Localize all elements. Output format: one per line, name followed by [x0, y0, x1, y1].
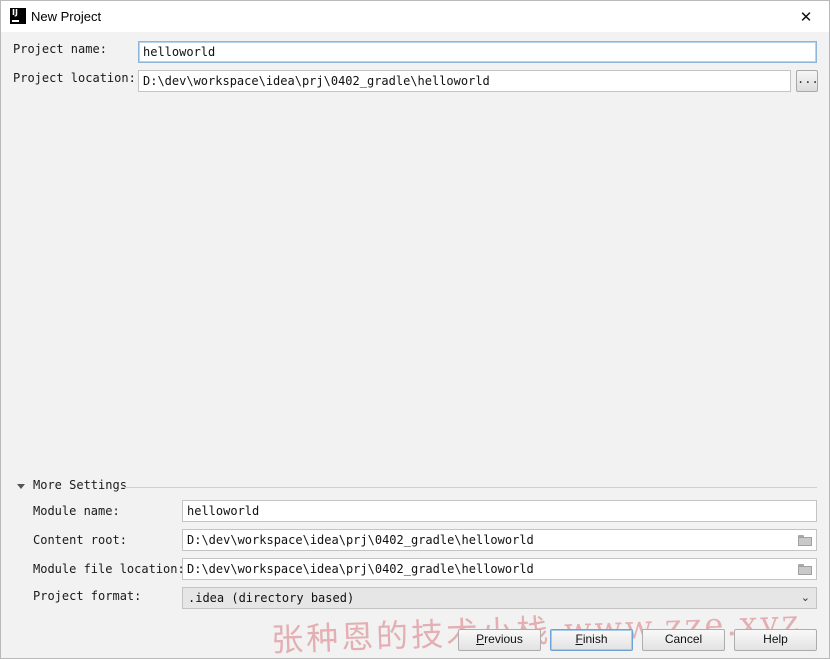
- project-location-label: Project location:: [13, 71, 136, 85]
- previous-button[interactable]: Previous: [458, 629, 541, 651]
- browse-location-button[interactable]: ...: [796, 70, 819, 92]
- new-project-dialog: IJ New Project ✕ Project name: helloworl…: [0, 0, 830, 659]
- content-root-label: Content root:: [33, 533, 127, 547]
- window-title: New Project: [31, 9, 102, 24]
- project-name-field[interactable]: helloworld: [138, 41, 817, 63]
- close-button[interactable]: ✕: [783, 1, 829, 32]
- finish-label: inish: [582, 632, 608, 646]
- project-format-value: .idea (directory based): [188, 591, 355, 605]
- section-divider: [121, 487, 817, 488]
- more-settings-toggle[interactable]: More Settings: [17, 478, 127, 492]
- previous-label: revious: [484, 632, 523, 646]
- module-file-location-field[interactable]: D:\dev\workspace\idea\prj\0402_gradle\he…: [182, 558, 817, 580]
- project-format-select[interactable]: .idea (directory based) ⌄: [182, 587, 817, 609]
- folder-icon[interactable]: [798, 564, 812, 575]
- title-bar: IJ New Project ✕: [1, 1, 829, 32]
- finish-button[interactable]: Finish: [550, 629, 633, 651]
- module-file-location-label: Module file location:: [33, 562, 185, 576]
- chevron-down-icon: ⌄: [800, 591, 810, 604]
- intellij-icon: IJ: [10, 8, 26, 24]
- module-name-label: Module name:: [33, 504, 120, 518]
- finish-mnemonic: F: [575, 632, 583, 646]
- previous-mnemonic: P: [476, 632, 485, 646]
- module-name-field[interactable]: helloworld: [182, 500, 817, 522]
- folder-icon[interactable]: [798, 535, 812, 546]
- more-settings-header: More Settings: [33, 478, 127, 492]
- project-location-field[interactable]: D:\dev\workspace\idea\prj\0402_gradle\he…: [138, 70, 791, 92]
- help-button[interactable]: Help: [734, 629, 817, 651]
- collapse-triangle-icon: [17, 483, 25, 489]
- content-root-field[interactable]: D:\dev\workspace\idea\prj\0402_gradle\he…: [182, 529, 817, 551]
- close-icon: ✕: [799, 7, 813, 26]
- cancel-button[interactable]: Cancel: [642, 629, 725, 651]
- project-name-label: Project name:: [13, 42, 107, 56]
- project-format-label: Project format:: [33, 589, 142, 603]
